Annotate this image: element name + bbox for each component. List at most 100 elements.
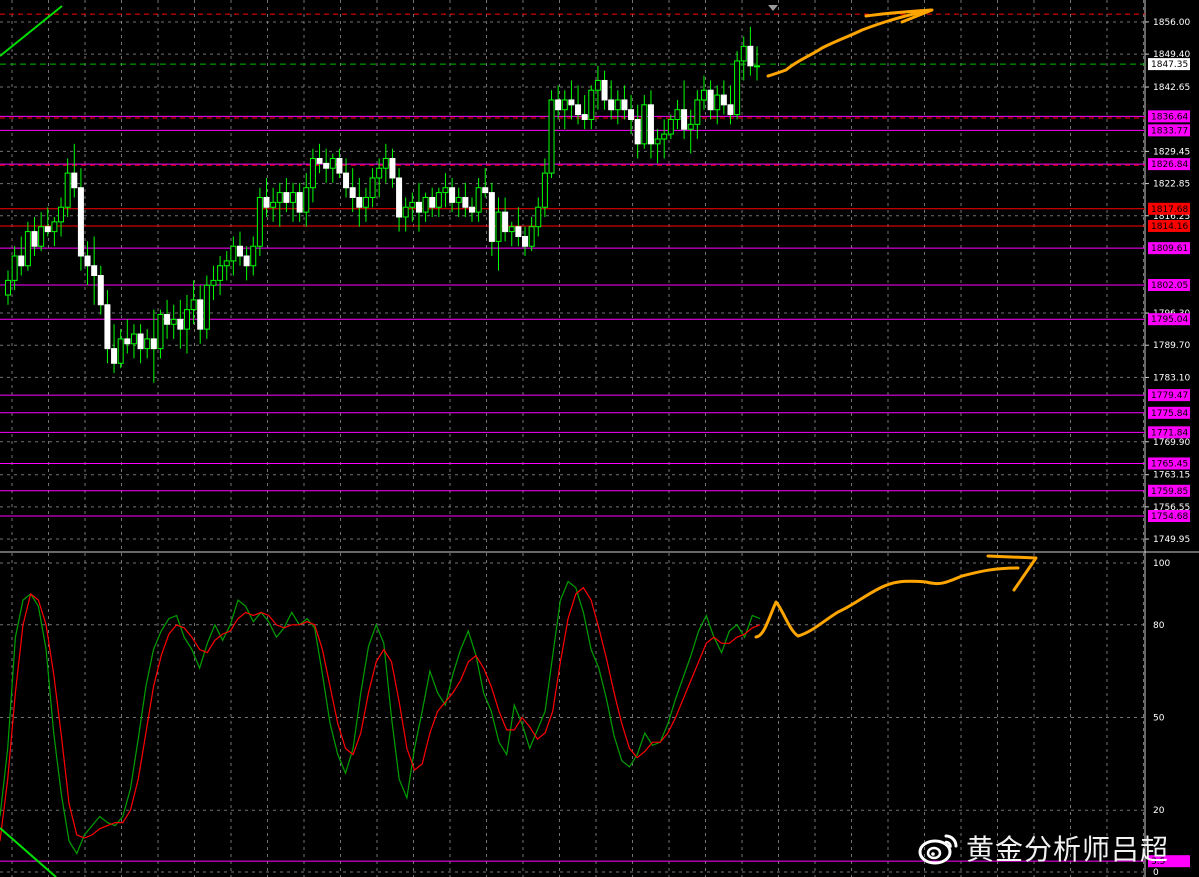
candle-body xyxy=(104,304,111,350)
candle-body xyxy=(256,196,263,247)
level-tag-text: 1765.45 xyxy=(1151,459,1188,469)
candle-body xyxy=(64,172,71,208)
candle-body xyxy=(276,192,283,203)
candle-body xyxy=(522,235,529,247)
level-tag-text: 1814.16 xyxy=(1151,222,1188,232)
candle-body xyxy=(422,196,429,213)
candle-body xyxy=(561,99,568,111)
candle-body xyxy=(468,206,475,213)
candle-body xyxy=(177,318,184,330)
candle-body xyxy=(601,79,608,101)
candle-body xyxy=(568,99,575,106)
candle-body xyxy=(700,89,707,101)
level-tag-text: 1759.85 xyxy=(1151,487,1188,497)
candle-body xyxy=(263,196,270,208)
candle-body xyxy=(376,167,383,179)
candle-body xyxy=(190,299,197,311)
candle-body xyxy=(283,192,290,203)
candle-body xyxy=(402,206,409,218)
candle-body xyxy=(217,265,224,281)
chart-background xyxy=(0,0,1199,877)
candle-body xyxy=(535,206,542,228)
candle-body xyxy=(51,221,58,233)
candle-body xyxy=(343,172,350,189)
candle-body xyxy=(495,211,502,242)
candle-body xyxy=(429,196,436,208)
candle-body xyxy=(97,275,104,306)
price-axis-label: 1842.65 xyxy=(1153,83,1190,93)
candle-body xyxy=(137,333,144,350)
candle-body xyxy=(236,245,243,257)
level-tag-text: 1836.64 xyxy=(1151,112,1188,122)
candle-body xyxy=(290,192,297,203)
candle-body xyxy=(754,65,760,68)
candle-body xyxy=(435,192,442,208)
candle-body xyxy=(58,206,65,223)
osc-axis-label: 100 xyxy=(1153,559,1170,569)
level-tag-text: 1802.05 xyxy=(1151,281,1188,291)
current-price-text: 1847.35 xyxy=(1151,60,1188,70)
candle-body xyxy=(548,99,555,174)
candle-body xyxy=(455,196,462,203)
candle-body xyxy=(647,104,654,145)
candle-body xyxy=(270,201,277,208)
price-axis-label: 1749.95 xyxy=(1153,535,1190,545)
candle-body xyxy=(528,226,535,247)
candle-body xyxy=(634,118,641,145)
candle-body xyxy=(77,187,84,257)
watermark: 黄金分析师吕超 xyxy=(916,828,1169,868)
candle-body xyxy=(515,226,522,237)
candle-body xyxy=(714,94,721,111)
candle-body xyxy=(170,318,177,325)
osc-axis-label: 50 xyxy=(1153,714,1165,724)
candle-body xyxy=(727,104,734,116)
watermark-text: 黄金分析师吕超 xyxy=(966,833,1170,866)
candle-body xyxy=(687,123,694,130)
candle-body xyxy=(674,109,681,120)
candle-body xyxy=(442,187,449,194)
candle-body xyxy=(44,226,51,233)
osc-axis-label: 80 xyxy=(1153,621,1165,631)
trading-chart: 1856.001849.401842.651829.451822.851816.… xyxy=(0,0,1199,877)
candle-body xyxy=(734,60,741,116)
candle-body xyxy=(462,196,469,208)
candle-body xyxy=(71,172,78,189)
candle-body xyxy=(707,89,714,111)
price-axis-label: 1856.00 xyxy=(1153,18,1190,28)
candle-body xyxy=(449,187,456,203)
candle-body xyxy=(356,196,363,208)
level-tag-text: 1833.77 xyxy=(1151,126,1188,136)
candle-body xyxy=(130,333,137,345)
level-tag-text: 1779.47 xyxy=(1151,391,1188,401)
candle-body xyxy=(124,338,131,345)
candle-body xyxy=(396,177,403,218)
price-axis-label: 1789.70 xyxy=(1153,341,1190,351)
candle-body xyxy=(243,255,250,267)
candle-body xyxy=(641,104,648,145)
candle-body xyxy=(409,201,416,208)
level-tag-text: 1754.68 xyxy=(1151,512,1188,522)
candle-body xyxy=(628,109,635,120)
candle-body xyxy=(197,299,204,330)
candle-body xyxy=(349,187,356,198)
candle-body xyxy=(482,187,489,194)
candle-body xyxy=(183,309,190,330)
candle-body xyxy=(382,157,389,169)
candle-body xyxy=(117,338,124,364)
candle-body xyxy=(681,109,688,130)
weibo-logo-icon xyxy=(918,834,958,865)
level-tag-text: 1809.61 xyxy=(1151,244,1188,254)
candle-body xyxy=(488,192,495,242)
candle-body xyxy=(362,196,369,208)
candle-body xyxy=(575,104,582,116)
candle-body xyxy=(608,99,615,111)
candle-body xyxy=(508,226,515,233)
candle-body xyxy=(740,45,747,62)
candle-body xyxy=(296,192,303,213)
candle-body xyxy=(541,172,548,208)
candle-body xyxy=(661,133,668,140)
candle-body xyxy=(581,114,588,120)
candle-body xyxy=(5,279,11,296)
price-axis-label: 1822.85 xyxy=(1153,180,1190,190)
level-tag-text: 1817.68 xyxy=(1151,205,1188,215)
